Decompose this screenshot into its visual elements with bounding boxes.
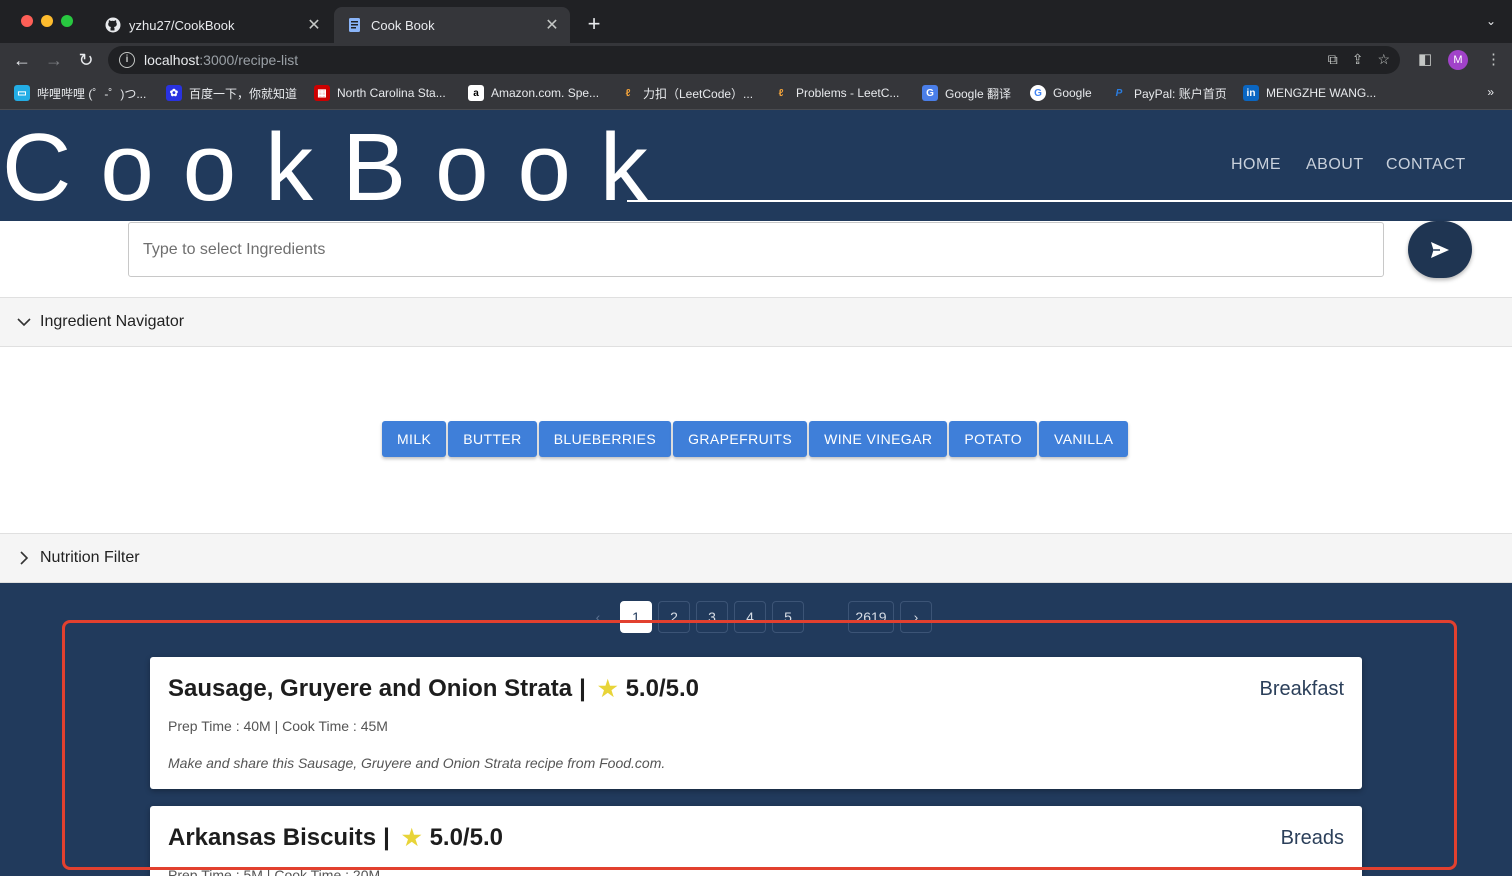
close-icon[interactable]: ✕ <box>302 13 326 37</box>
nutrition-filter-header[interactable]: Nutrition Filter <box>0 533 1512 583</box>
close-window-button[interactable] <box>21 15 33 27</box>
address-bar[interactable]: i localhost:3000/recipe-list ⧉ ⇪ ☆ <box>108 46 1400 74</box>
tab-cookbook[interactable]: Cook Book ✕ <box>334 7 570 43</box>
nav-home[interactable]: HOME <box>1231 156 1281 174</box>
back-icon[interactable]: ← <box>11 49 33 71</box>
new-tab-button[interactable]: + <box>582 12 606 36</box>
nav-about[interactable]: ABOUT <box>1306 156 1364 174</box>
url-text: localhost:3000/recipe-list <box>144 52 299 68</box>
tab-title: yzhu27/CookBook <box>129 17 235 33</box>
bookmark-amazon[interactable]: a Amazon.com. Spe... <box>468 84 599 102</box>
maximize-window-button[interactable] <box>61 15 73 27</box>
send-button[interactable] <box>1408 221 1472 278</box>
ingredient-search-input[interactable] <box>128 222 1384 277</box>
ingredient-chip[interactable]: VANILLA <box>1039 421 1129 457</box>
accordion-title: Ingredient Navigator <box>40 313 185 330</box>
forward-icon[interactable]: → <box>43 49 65 71</box>
chevron-down-icon <box>16 314 32 330</box>
bookmark-linkedin[interactable]: in MENGZHE WANG... <box>1243 84 1376 102</box>
ingredient-navigator-header[interactable]: Ingredient Navigator <box>0 297 1512 347</box>
star-icon[interactable]: ☆ <box>1377 51 1390 68</box>
ingredient-chip[interactable]: BUTTER <box>448 421 537 457</box>
minimize-window-button[interactable] <box>41 15 53 27</box>
linkedin-icon: in <box>1243 85 1259 101</box>
translate-icon[interactable]: ⧉ <box>1328 51 1338 68</box>
side-panel-icon[interactable]: ◧ <box>1418 50 1432 68</box>
close-icon[interactable]: ✕ <box>540 13 564 37</box>
chevron-right-icon <box>16 550 32 566</box>
ingredient-chip[interactable]: WINE VINEGAR <box>809 421 948 457</box>
paypal-icon: P <box>1115 87 1123 99</box>
bilibili-icon: ▭ <box>14 85 30 101</box>
browser-toolbar: ← → ↻ i localhost:3000/recipe-list ⧉ ⇪ ☆… <box>0 43 1512 77</box>
ingredient-search-area <box>0 221 1512 297</box>
site-header: CookBook HOME ABOUT CONTACT <box>0 110 1512 221</box>
google-icon: G <box>1030 85 1046 101</box>
avatar[interactable]: M <box>1448 50 1468 70</box>
bookmarks-bar: ▭ 哔哩哔哩 (゜-゜)つ... ✿ 百度一下，你就知道 ▦ North Caroli… <box>0 77 1512 110</box>
bookmarks-more-button[interactable]: » <box>1487 85 1494 99</box>
app-viewport: CookBook HOME ABOUT CONTACT Ingredient N… <box>0 110 1512 876</box>
chevron-down-icon[interactable]: ⌄ <box>1486 14 1496 28</box>
nav-contact[interactable]: CONTACT <box>1386 156 1466 174</box>
bookmark-leetcode[interactable]: ℓ Problems - LeetC... <box>773 84 900 102</box>
share-icon[interactable]: ⇪ <box>1352 51 1364 68</box>
ingredient-chip[interactable]: BLUEBERRIES <box>538 421 672 457</box>
tab-github[interactable]: yzhu27/CookBook ✕ <box>92 7 332 43</box>
page-icon <box>347 17 363 33</box>
accordion-title: Nutrition Filter <box>40 549 140 566</box>
bookmark-paypal[interactable]: P PayPal: 账户首页 <box>1111 84 1227 102</box>
bookmark-ncsu[interactable]: ▦ North Carolina Sta... <box>314 84 446 102</box>
send-icon <box>1431 241 1449 258</box>
ingredient-chip[interactable]: MILK <box>382 421 447 457</box>
ncsu-icon: ▦ <box>314 85 330 101</box>
google-translate-icon: G <box>922 85 938 101</box>
more-menu-icon[interactable]: ⋮ <box>1486 50 1501 68</box>
ingredient-chip[interactable]: POTATO <box>949 421 1037 457</box>
info-icon[interactable]: i <box>119 52 135 68</box>
amazon-icon: a <box>468 85 484 101</box>
bookmark-baidu[interactable]: ✿ 百度一下，你就知道 <box>166 84 297 102</box>
ingredient-chips: MILK BUTTER BLUEBERRIES GRAPEFRUITS WINE… <box>382 421 1129 457</box>
bookmark-google[interactable]: G Google <box>1030 84 1092 102</box>
reload-icon[interactable]: ↻ <box>75 49 97 71</box>
leetcode-icon: ℓ <box>778 87 784 99</box>
ingredient-navigator-body: MILK BUTTER BLUEBERRIES GRAPEFRUITS WINE… <box>0 347 1512 533</box>
tab-title: Cook Book <box>371 17 435 33</box>
browser-tab-bar: yzhu27/CookBook ✕ Cook Book ✕ + ⌄ <box>0 0 1512 43</box>
site-logo[interactable]: CookBook <box>2 118 677 218</box>
baidu-icon: ✿ <box>166 85 182 101</box>
highlight-box <box>62 620 1457 870</box>
leetcode-icon: ℓ <box>625 87 631 99</box>
github-icon <box>105 17 121 33</box>
header-divider <box>627 200 1512 202</box>
bookmark-google-translate[interactable]: G Google 翻译 <box>922 84 1011 102</box>
ingredient-chip[interactable]: GRAPEFRUITS <box>673 421 808 457</box>
bookmark-leetcode-cn[interactable]: ℓ 力扣（LeetCode）... <box>620 84 754 102</box>
bookmark-bilibili[interactable]: ▭ 哔哩哔哩 (゜-゜)つ... <box>14 84 146 102</box>
